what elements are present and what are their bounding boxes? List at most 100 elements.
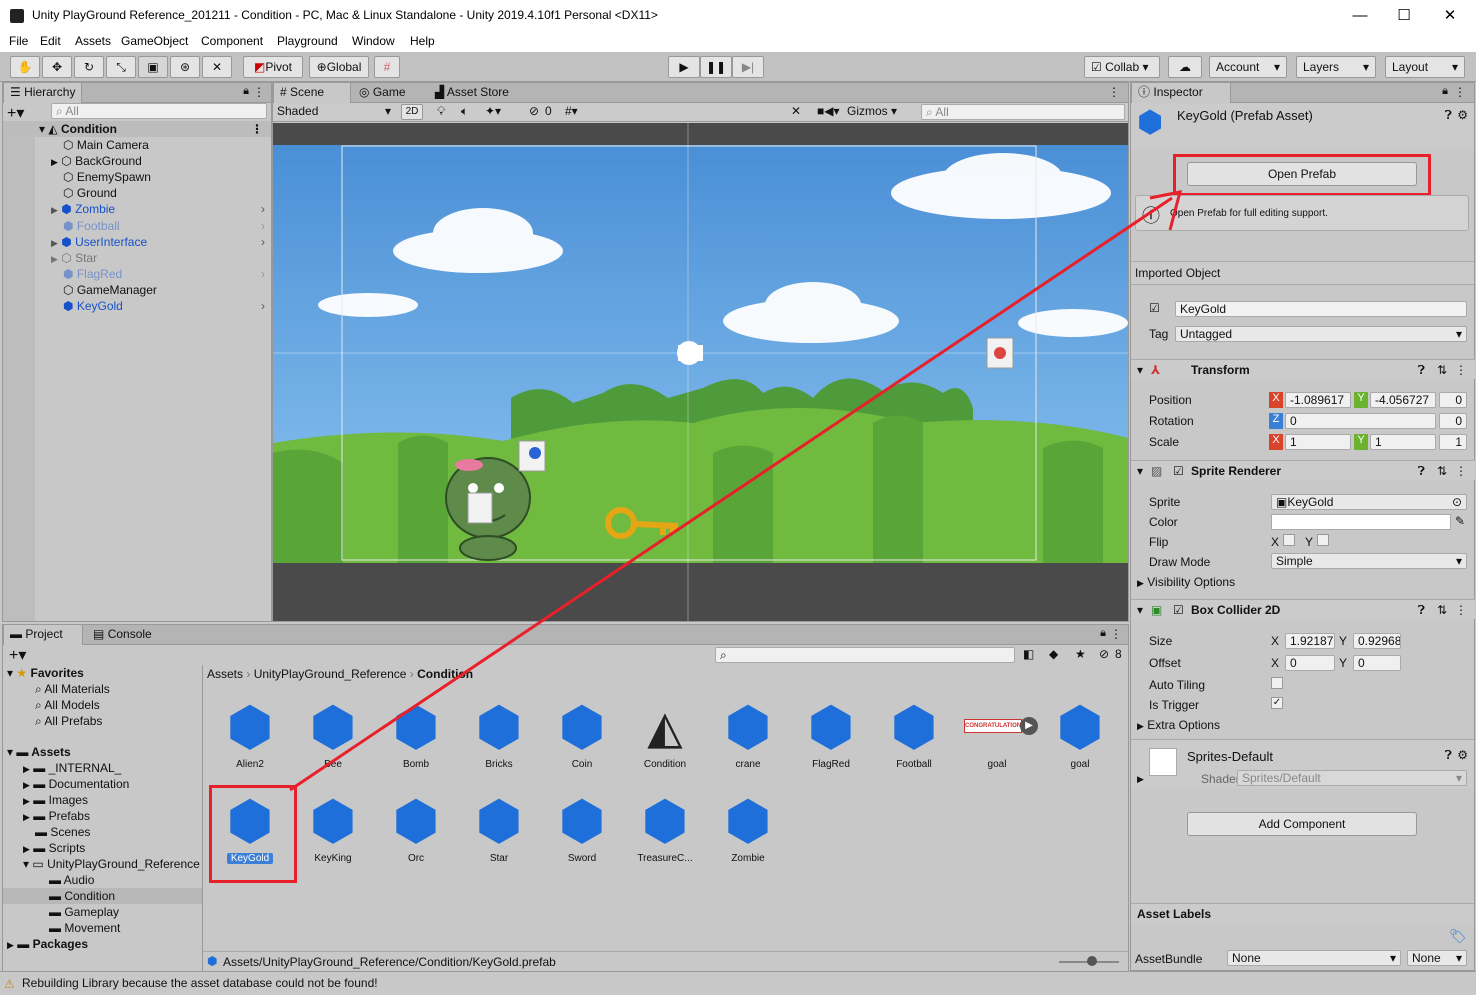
more-icon[interactable]: ⋮ xyxy=(1455,600,1467,620)
menu-window[interactable]: Window xyxy=(352,34,395,48)
menu-assets[interactable]: Assets xyxy=(75,34,111,48)
menu-help[interactable]: Help xyxy=(410,34,435,48)
minimize-button[interactable]: — xyxy=(1338,4,1382,28)
asset-item[interactable]: ⬢ TreasureC... xyxy=(630,791,700,864)
assetbundle-dropdown[interactable]: None ▾ xyxy=(1227,950,1401,966)
chevron-right-icon[interactable]: › xyxy=(261,201,265,217)
chevron-right-icon[interactable]: › xyxy=(261,218,265,234)
2d-toggle[interactable]: 2D xyxy=(401,104,423,120)
label-tag-icon[interactable]: 🏷︎ xyxy=(1449,928,1467,945)
close-button[interactable]: ✕ xyxy=(1428,4,1472,28)
asset-item[interactable]: ⬢ Coin xyxy=(547,697,617,770)
help-icon[interactable]: ❓︎ xyxy=(1418,461,1425,481)
draw-mode-dropdown[interactable]: Simple ▾ xyxy=(1271,553,1467,569)
layers-dropdown[interactable]: Layers ▾ xyxy=(1296,56,1376,78)
asset-item[interactable]: ⬢ Alien2 xyxy=(215,697,285,770)
shading-dropdown[interactable]: Shaded ▾ xyxy=(277,104,393,120)
breadcrumb-assets[interactable]: Assets xyxy=(207,667,243,681)
more-icon[interactable]: ⋮ xyxy=(1455,461,1467,481)
collab-dropdown[interactable]: ☑ Collab ▾ xyxy=(1084,56,1160,78)
hidden-packages-icon[interactable]: ⊘ xyxy=(1099,647,1109,661)
asset-item[interactable]: ⬢ Star xyxy=(464,791,534,864)
asset-item[interactable]: ⬢ Bomb xyxy=(381,697,451,770)
asset-item[interactable]: ⬢ KeyKing xyxy=(298,791,368,864)
assetbundle-variant-dropdown[interactable]: None ▾ xyxy=(1407,950,1467,966)
preset-icon[interactable]: ⇅ xyxy=(1437,600,1447,620)
color-swatch[interactable] xyxy=(1271,514,1451,530)
object-picker-icon[interactable]: ⊙ xyxy=(1452,495,1462,509)
settings-icon[interactable]: ⚙ xyxy=(1457,748,1468,762)
tools-icon[interactable]: ✕ xyxy=(791,104,801,118)
hierarchy-item[interactable]: ⬢ KeyGold › xyxy=(3,298,271,314)
cloud-icon[interactable]: ☁ xyxy=(1168,56,1202,78)
audio-icon[interactable]: 🔈︎ xyxy=(461,104,468,119)
tab-scene[interactable]: # Scene xyxy=(273,83,351,103)
maximize-button[interactable]: ☐ xyxy=(1382,4,1426,28)
scale-x-field[interactable]: 1 xyxy=(1285,434,1351,450)
x-axis-icon[interactable]: X xyxy=(1269,392,1283,408)
custom-tool-icon[interactable]: ✕ xyxy=(202,56,232,78)
more-icon[interactable]: ⋮ xyxy=(251,121,263,137)
folder-item[interactable]: ▶ ▬ Images xyxy=(3,792,88,808)
favorites-row[interactable]: ▾ ★ Favorites xyxy=(3,665,84,681)
flip-y-checkbox[interactable] xyxy=(1317,534,1329,546)
chevron-right-icon[interactable]: › xyxy=(261,266,265,282)
tab-hierarchy[interactable]: ☰ Hierarchy xyxy=(3,83,83,103)
breadcrumb-reference[interactable]: UnityPlayGround_Reference xyxy=(254,667,407,681)
rotation-z-field[interactable]: 0 xyxy=(1285,413,1436,429)
chevron-right-icon[interactable]: › xyxy=(261,234,265,250)
hidden-objects-icon[interactable]: ⊘ xyxy=(529,104,539,118)
extra-options-foldout[interactable]: ▶ Extra Options xyxy=(1137,718,1220,732)
more-icon[interactable]: ⋮ xyxy=(1108,85,1120,99)
filter-by-type-icon[interactable]: ◧ xyxy=(1023,647,1034,661)
asset-item[interactable]: ⬢ Football xyxy=(879,697,949,770)
menu-edit[interactable]: Edit xyxy=(40,34,61,48)
subfolder-item[interactable]: ▬ Audio xyxy=(3,872,94,888)
help-icon[interactable]: ❓︎ xyxy=(1445,748,1452,763)
more-icon[interactable]: ⋮ xyxy=(1455,360,1467,380)
asset-item[interactable]: CONGRATULATIONS ▶ goal xyxy=(962,697,1038,770)
shader-dropdown[interactable]: Sprites/Default ▾ xyxy=(1237,770,1467,786)
pause-button-icon[interactable]: ❚❚ xyxy=(700,56,732,78)
lighting-icon[interactable]: 💡︎ xyxy=(437,104,445,119)
size-x-field[interactable]: 1.921875 xyxy=(1285,633,1335,649)
z-axis-icon[interactable]: Z xyxy=(1269,413,1283,429)
add-component-button[interactable]: Add Component xyxy=(1187,812,1417,836)
menu-playground[interactable]: Playground xyxy=(277,34,338,48)
help-icon[interactable]: ❓︎ xyxy=(1418,360,1425,380)
asset-item[interactable]: ⬢ Sword xyxy=(547,791,617,864)
more-icon[interactable]: ⋮ xyxy=(253,85,265,99)
position-z-field[interactable]: 0 xyxy=(1439,392,1467,408)
x-axis-icon[interactable]: X xyxy=(1269,434,1283,450)
tag-dropdown[interactable]: Untagged ▾ xyxy=(1175,326,1467,342)
effects-icon[interactable]: ✦▾ xyxy=(485,104,501,118)
hierarchy-item[interactable]: ▶ ⬡ Star xyxy=(3,250,97,266)
create-icon[interactable]: +▾ xyxy=(9,645,26,665)
position-y-field[interactable]: -4.056727 xyxy=(1370,392,1436,408)
tab-project[interactable]: ▬ Project xyxy=(3,625,83,645)
grid-snap-icon[interactable]: # xyxy=(374,56,400,78)
scene-viewport[interactable] xyxy=(273,123,1128,621)
hierarchy-item[interactable]: ⬢ FlagRed › xyxy=(3,266,271,282)
settings-icon[interactable]: ⚙ xyxy=(1457,108,1468,122)
subfolder-item[interactable]: ▬ Movement xyxy=(3,920,120,936)
chevron-right-icon[interactable]: › xyxy=(261,298,265,314)
is-trigger-checkbox[interactable]: ✓ xyxy=(1271,697,1283,709)
sprite-field[interactable]: ▣KeyGold ⊙ xyxy=(1271,494,1467,510)
foldout-arrow-icon[interactable]: ▶ xyxy=(1137,774,1144,785)
transform-header[interactable]: ▾ ⅄ Transform ❓︎ ⇅ ⋮ xyxy=(1131,359,1475,379)
layout-dropdown[interactable]: Layout ▾ xyxy=(1385,56,1465,78)
help-icon[interactable]: ❓︎ xyxy=(1445,108,1452,123)
tab-game[interactable]: ◎ Game xyxy=(353,83,412,103)
filter-by-label-icon[interactable]: ◆ xyxy=(1049,647,1058,661)
offset-y-field[interactable]: 0 xyxy=(1353,655,1401,671)
subfolder-item[interactable]: ▬ Gameplay xyxy=(3,904,119,920)
account-dropdown[interactable]: Account ▾ xyxy=(1209,56,1287,78)
project-search-input[interactable]: ⌕ xyxy=(715,647,1015,663)
hierarchy-item[interactable]: ⬡ Main Camera xyxy=(3,137,149,153)
hierarchy-search-input[interactable]: ⌕ All xyxy=(51,103,267,119)
menu-component[interactable]: Component xyxy=(201,34,263,48)
tab-inspector[interactable]: ⓘ Inspector xyxy=(1131,83,1231,103)
assets-root-row[interactable]: ▾ ▬ Assets xyxy=(3,744,71,760)
lock-icon[interactable]: 🔒︎ xyxy=(1100,627,1106,640)
